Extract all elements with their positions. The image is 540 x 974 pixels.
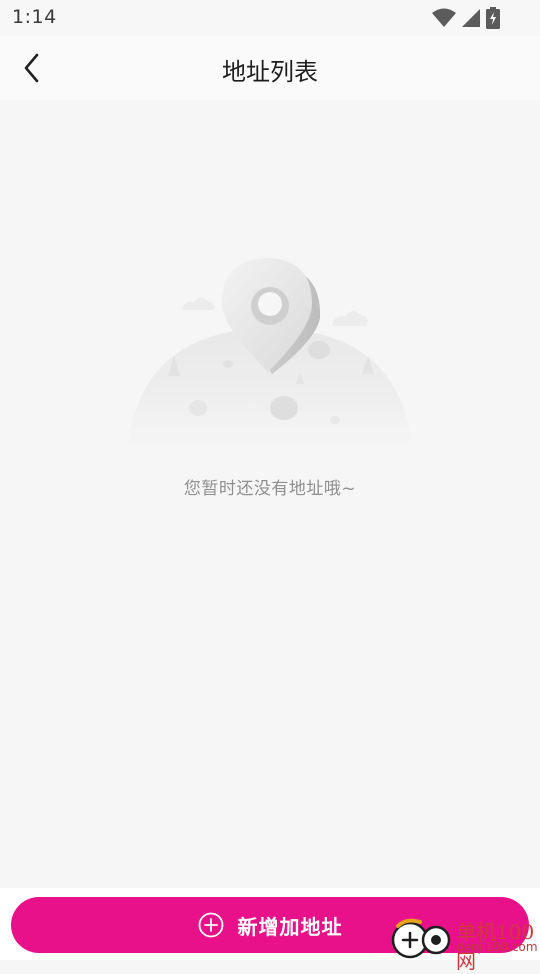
header: 地址列表 — [0, 36, 540, 100]
status-time: 1:14 — [12, 6, 57, 28]
watermark-domain: danji100.com — [456, 940, 538, 954]
signal-icon — [462, 9, 480, 27]
watermark-logo-icon — [391, 918, 451, 959]
add-address-label: 新增加地址 — [237, 914, 343, 939]
empty-state-message: 您暂时还没有地址哦~ — [183, 479, 357, 499]
status-bar: 1:14 — [0, 0, 540, 36]
plus-circle-icon — [198, 912, 223, 938]
battery-icon — [486, 7, 500, 29]
watermark: 单机100网 danji100.com — [388, 914, 540, 973]
location-pin-illustration — [128, 258, 412, 448]
wifi-icon — [432, 8, 456, 27]
page-title: 地址列表 — [222, 58, 318, 86]
status-icons — [432, 7, 502, 29]
